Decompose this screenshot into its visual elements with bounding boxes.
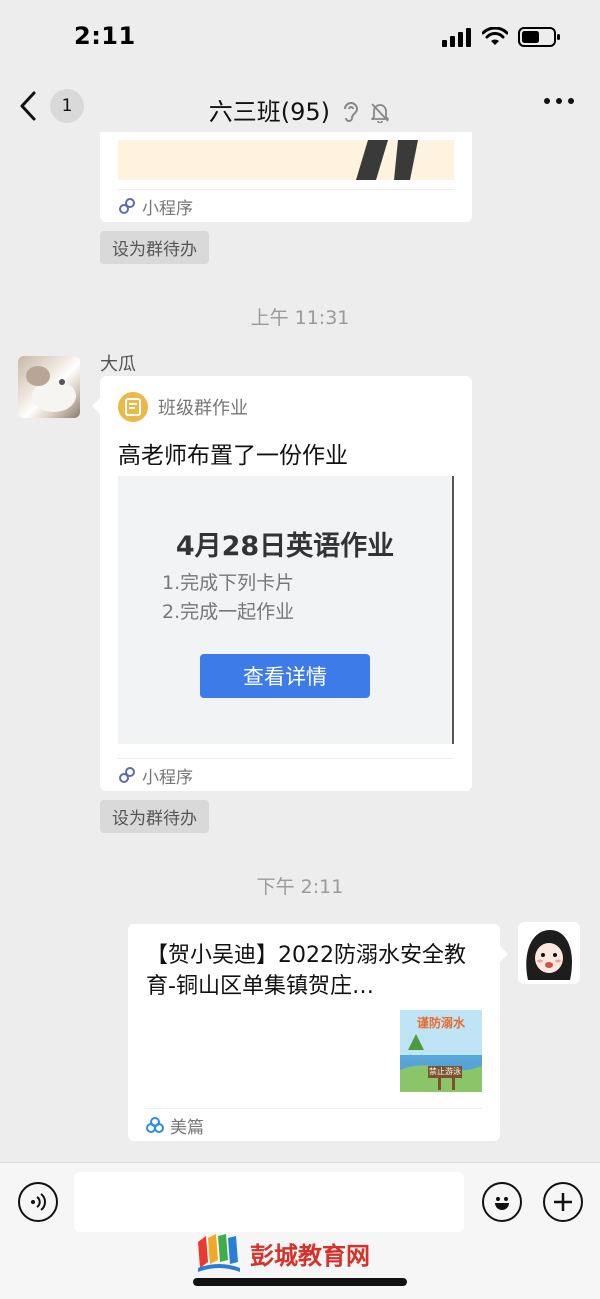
set-group-todo-button[interactable]: 设为群待办 (100, 800, 209, 833)
card-footer: 小程序 (118, 189, 454, 222)
more-functions-button[interactable] (543, 1182, 583, 1222)
card-source-label: 美篇 (170, 1117, 204, 1138)
article-thumbnail: 谨防溺水 禁止游泳 (400, 1010, 482, 1092)
cellular-signal-icon (442, 28, 471, 47)
plus-icon (554, 1193, 572, 1211)
view-details-button[interactable]: 查看详情 (200, 654, 370, 698)
message-input[interactable] (74, 1172, 464, 1232)
preview-item: 1.完成下列卡片 (162, 572, 295, 594)
preview-title: 4月28日英语作业 (175, 531, 395, 562)
homework-headline: 高老师布置了一份作业 (118, 443, 348, 469)
chat-title: 六三班(95) (208, 98, 330, 126)
set-group-todo-button[interactable]: 设为群待办 (100, 231, 209, 264)
voice-wave-icon (31, 1193, 46, 1211)
preview-item: 2.完成一起作业 (162, 601, 295, 623)
article-title: 【贺小吴迪】2022防溺水安全教育-铜山区单集镇贺庄… (146, 943, 466, 999)
ear-icon (343, 102, 358, 122)
home-indicator (193, 1278, 407, 1286)
figure-legs-illustration (356, 140, 418, 180)
my-avatar[interactable] (518, 922, 580, 984)
homework-app-name: 班级群作业 (158, 398, 248, 419)
mini-program-icon (119, 198, 135, 214)
more-dot-icon (556, 98, 562, 104)
card-source-label: 小程序 (142, 767, 193, 788)
status-time: 2:11 (74, 22, 136, 50)
meipian-logo-icon (146, 1117, 164, 1133)
sender-avatar[interactable] (18, 356, 80, 418)
more-dot-icon (544, 98, 550, 104)
card-footer: 小程序 (118, 758, 454, 791)
mute-bell-icon (371, 103, 390, 124)
document-icon (125, 398, 141, 416)
article-card[interactable]: 【贺小吴迪】2022防溺水安全教育-铜山区单集镇贺庄… 谨防溺水 禁止游泳 美篇 (128, 924, 508, 1141)
wifi-icon (482, 27, 508, 45)
battery-icon (518, 27, 560, 47)
smiley-icon (495, 1197, 509, 1210)
message-timestamp: 下午 2:11 (256, 876, 344, 898)
cartoon-girl-avatar-icon (526, 930, 572, 980)
chat-title-bar: 六三班(95) (0, 92, 600, 127)
watermark-logo-icon (198, 1234, 240, 1272)
bubble-tail (92, 398, 100, 414)
voice-input-button[interactable] (18, 1182, 58, 1222)
mini-program-card-top[interactable]: 小程序 (100, 132, 472, 222)
mini-program-icon (119, 767, 135, 783)
card-image-partial (118, 140, 454, 180)
thumbnail-sign-text: 禁止游泳 (428, 1066, 462, 1078)
homework-app-header: 班级群作业 (118, 392, 248, 422)
card-source-label: 小程序 (142, 198, 193, 219)
status-icons (442, 26, 562, 48)
sender-name: 大瓜 (100, 354, 136, 375)
emoji-button[interactable] (482, 1182, 522, 1222)
homework-app-icon (118, 392, 148, 422)
bubble-tail (500, 946, 508, 962)
more-dot-icon (568, 98, 574, 104)
message-timestamp: 上午 11:31 (250, 307, 350, 329)
warning-sign-illustration (400, 1034, 482, 1092)
more-options-button[interactable] (544, 98, 574, 104)
watermark-text: 彭城教育网 (250, 1241, 370, 1270)
homework-preview-image: 4月28日英语作业 1.完成下列卡片 2.完成一起作业 查看详情 (118, 476, 454, 744)
watermark: 彭城教育网 (194, 1232, 370, 1274)
avatar-photo-icon (26, 366, 76, 412)
card-footer: 美篇 (146, 1108, 482, 1141)
homework-card[interactable]: 班级群作业 高老师布置了一份作业 4月28日英语作业 1.完成下列卡片 2.完成… (92, 376, 472, 791)
